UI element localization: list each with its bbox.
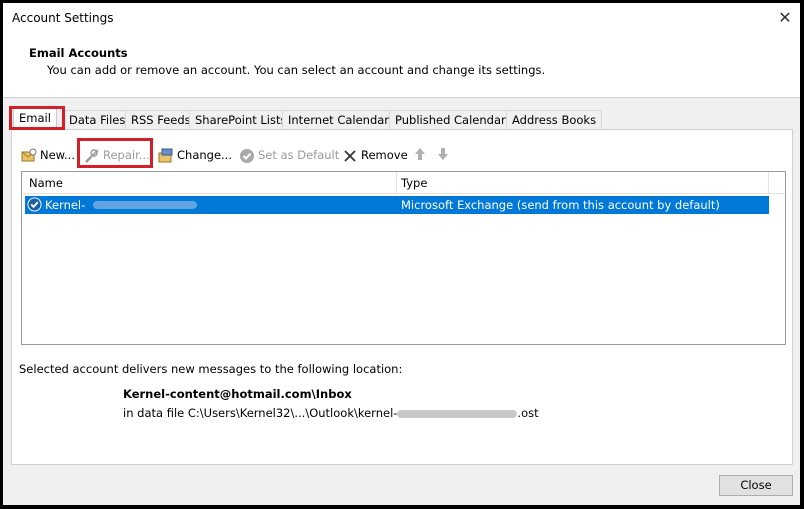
remove-label: Remove xyxy=(361,148,408,162)
set-as-default-button[interactable]: Set as Default xyxy=(239,146,339,164)
tab-email[interactable]: Email xyxy=(13,108,57,130)
repair-button[interactable]: Repair... xyxy=(84,146,150,164)
delivery-label: Selected account delivers new messages t… xyxy=(19,362,403,376)
change-account-icon xyxy=(158,148,173,162)
title-bar: Account Settings ✕ xyxy=(3,3,800,33)
accounts-list[interactable]: Name Type Kernel- Microsoft Exchange (se… xyxy=(21,171,786,345)
set-as-default-label: Set as Default xyxy=(258,148,340,162)
arrow-down-icon[interactable] xyxy=(437,147,449,161)
header-title: Email Accounts xyxy=(29,46,128,60)
account-type: Microsoft Exchange (send from this accou… xyxy=(401,198,720,212)
dialog-header: Email Accounts You can add or remove an … xyxy=(3,33,800,98)
arrow-up-icon[interactable] xyxy=(414,147,426,161)
data-file-path: in data file C:\Users\Kernel32\...\Outlo… xyxy=(123,406,398,420)
repair-label: Repair... xyxy=(103,148,150,162)
new-button[interactable]: New... xyxy=(21,146,75,164)
tab-address-books[interactable]: Address Books xyxy=(506,110,603,129)
list-header: Name Type xyxy=(22,172,785,194)
tab-data-files[interactable]: Data Files xyxy=(63,110,132,129)
new-account-icon xyxy=(21,148,37,161)
remove-button[interactable]: Remove xyxy=(342,146,408,164)
change-label: Change... xyxy=(177,148,232,162)
account-settings-dialog: Account Settings ✕ Email Accounts You ca… xyxy=(3,3,800,505)
x-remove-icon xyxy=(344,149,356,162)
close-icon[interactable]: ✕ xyxy=(776,9,794,27)
delivery-account: Kernel-content@hotmail.com\Inbox xyxy=(123,387,352,401)
column-type-header[interactable]: Type xyxy=(401,176,427,190)
data-file-extension: .ost xyxy=(517,406,539,420)
tab-sharepoint-lists[interactable]: SharePoint Lists xyxy=(189,110,293,129)
tab-internet-calendars[interactable]: Internet Calendars xyxy=(282,110,402,129)
tab-published-calendars[interactable]: Published Calendars xyxy=(389,110,518,129)
header-subtitle: You can add or remove an account. You ca… xyxy=(47,63,546,77)
wrench-icon xyxy=(85,148,99,163)
close-button[interactable]: Close xyxy=(719,475,793,496)
account-name: Kernel- xyxy=(45,198,86,212)
tab-rss-feeds[interactable]: RSS Feeds xyxy=(125,110,197,129)
check-circle-icon xyxy=(240,148,254,163)
redacted-email xyxy=(93,201,197,209)
redacted-filename xyxy=(397,409,518,418)
default-account-check-icon xyxy=(27,197,42,212)
change-button[interactable]: Change... xyxy=(158,146,232,164)
window-title: Account Settings xyxy=(12,11,114,25)
column-divider[interactable] xyxy=(768,172,769,193)
column-divider[interactable] xyxy=(396,172,397,193)
list-item[interactable]: Kernel- Microsoft Exchange (send from th… xyxy=(25,196,769,214)
new-label: New... xyxy=(40,148,75,162)
delivery-data-file: in data file C:\Users\Kernel32\...\Outlo… xyxy=(123,406,539,420)
column-name-header[interactable]: Name xyxy=(29,176,63,190)
